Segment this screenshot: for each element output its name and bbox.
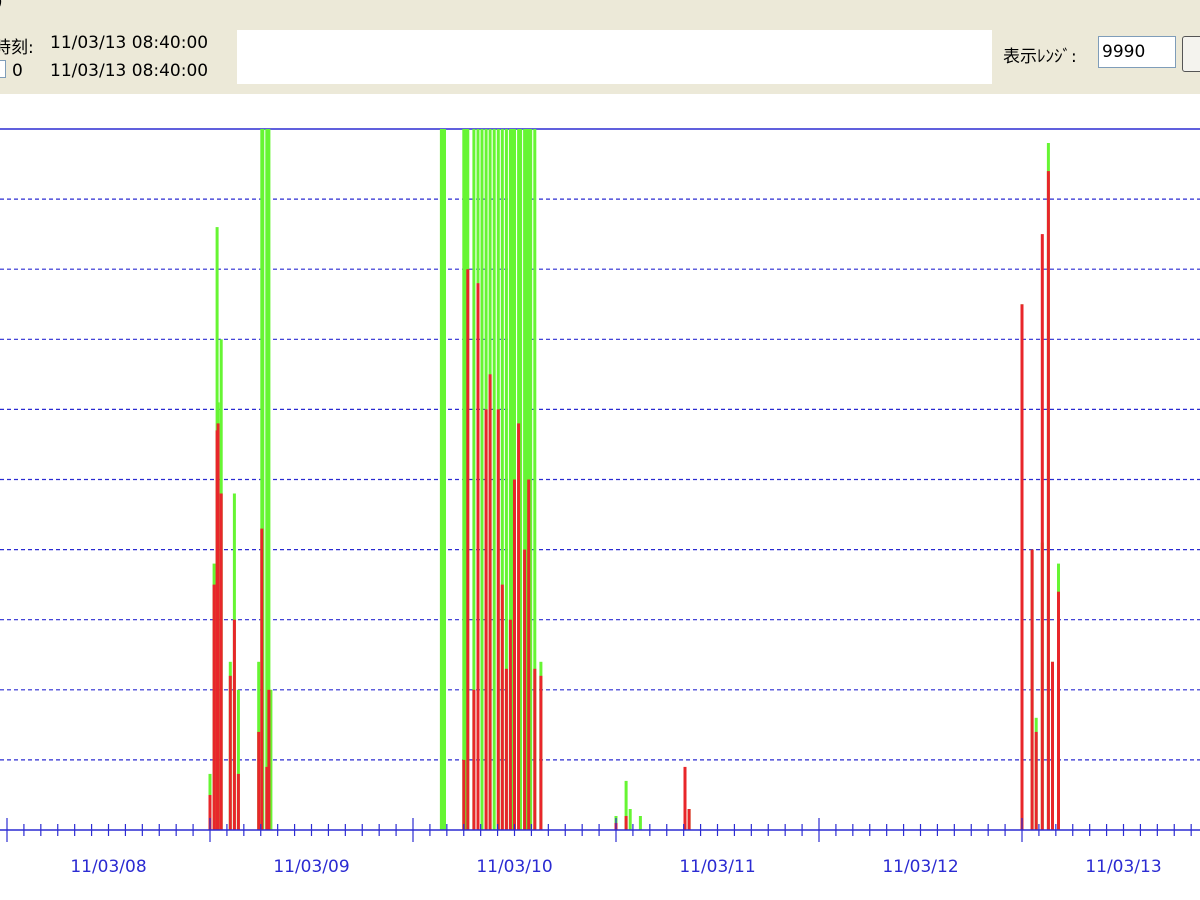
bar-red: [462, 759, 466, 830]
bar-red: [1030, 549, 1034, 830]
bar-green: [443, 129, 446, 830]
x-tick-labels: 11/03/08 11/03/09 11/03/10 11/03/11 11/03/12…: [70, 857, 1161, 877]
bar-red: [523, 549, 527, 830]
info-box: [237, 30, 992, 84]
bar-red: [232, 619, 236, 830]
x-tick-label: 11/03/12: [882, 857, 958, 877]
bar-red: [687, 809, 691, 830]
bar-red: [624, 816, 628, 830]
bar-red: [228, 675, 232, 830]
bar-red: [527, 479, 531, 830]
bar-red: [539, 675, 543, 830]
bar-red: [504, 668, 508, 830]
bar-red: [476, 283, 480, 830]
bar-red: [683, 766, 687, 830]
grid-lines: [0, 128, 1200, 761]
end-time-value: 11/03/13 08:40:00: [50, 61, 209, 81]
range-input[interactable]: [1098, 36, 1176, 68]
bar-red: [236, 773, 240, 830]
current-time-value: 11/03/13 08:40:00: [50, 33, 209, 53]
x-tick-label: 11/03/08: [70, 857, 146, 877]
bar-red: [1040, 234, 1044, 831]
bar-red: [212, 584, 216, 830]
counter-value: 0: [12, 61, 23, 81]
bar-red: [508, 619, 512, 830]
toolbar-button[interactable]: [1182, 36, 1200, 72]
time-label: 時刻:: [0, 38, 34, 58]
bar-red: [466, 269, 470, 830]
bar-red: [500, 584, 504, 830]
series-red-bars: [208, 171, 1060, 831]
x-axis: [0, 818, 1200, 842]
bar-red: [1020, 304, 1024, 831]
bar-red: [513, 479, 516, 830]
bar-green: [480, 129, 484, 830]
bar-red: [1046, 171, 1050, 831]
bar-red: [488, 374, 492, 830]
bar-red: [1034, 731, 1038, 830]
bar-red: [1057, 591, 1060, 830]
x-tick-label: 11/03/09: [273, 857, 349, 877]
bar-red: [496, 409, 500, 830]
bar-red: [472, 689, 476, 830]
x-tick-label: 11/03/10: [476, 857, 552, 877]
range-label: 表示ﾚﾝｼﾞ:: [1003, 47, 1077, 67]
title-fragment: ): [0, 0, 3, 12]
bar-red: [219, 493, 223, 830]
bar-red: [257, 731, 261, 830]
x-tick-label: 11/03/13: [1085, 857, 1161, 877]
chart: 11/03/08 11/03/09 11/03/10 11/03/11 11/03/12…: [0, 128, 1200, 877]
bar-red: [517, 423, 521, 830]
bar-green: [638, 816, 642, 830]
bar-green: [628, 809, 632, 830]
bar-red: [260, 528, 264, 830]
x-tick-label: 11/03/11: [679, 857, 755, 877]
bar-red: [216, 423, 220, 830]
bar-red: [484, 409, 488, 830]
bar-red: [1051, 661, 1054, 830]
bar-red: [267, 689, 271, 830]
counter-checkbox[interactable]: [0, 60, 6, 78]
bar-green: [492, 129, 496, 830]
bar-red: [533, 668, 537, 830]
toolbar: ) 時刻: 11/03/13 08:40:00 0 11/03/13 08:40…: [0, 0, 1200, 94]
